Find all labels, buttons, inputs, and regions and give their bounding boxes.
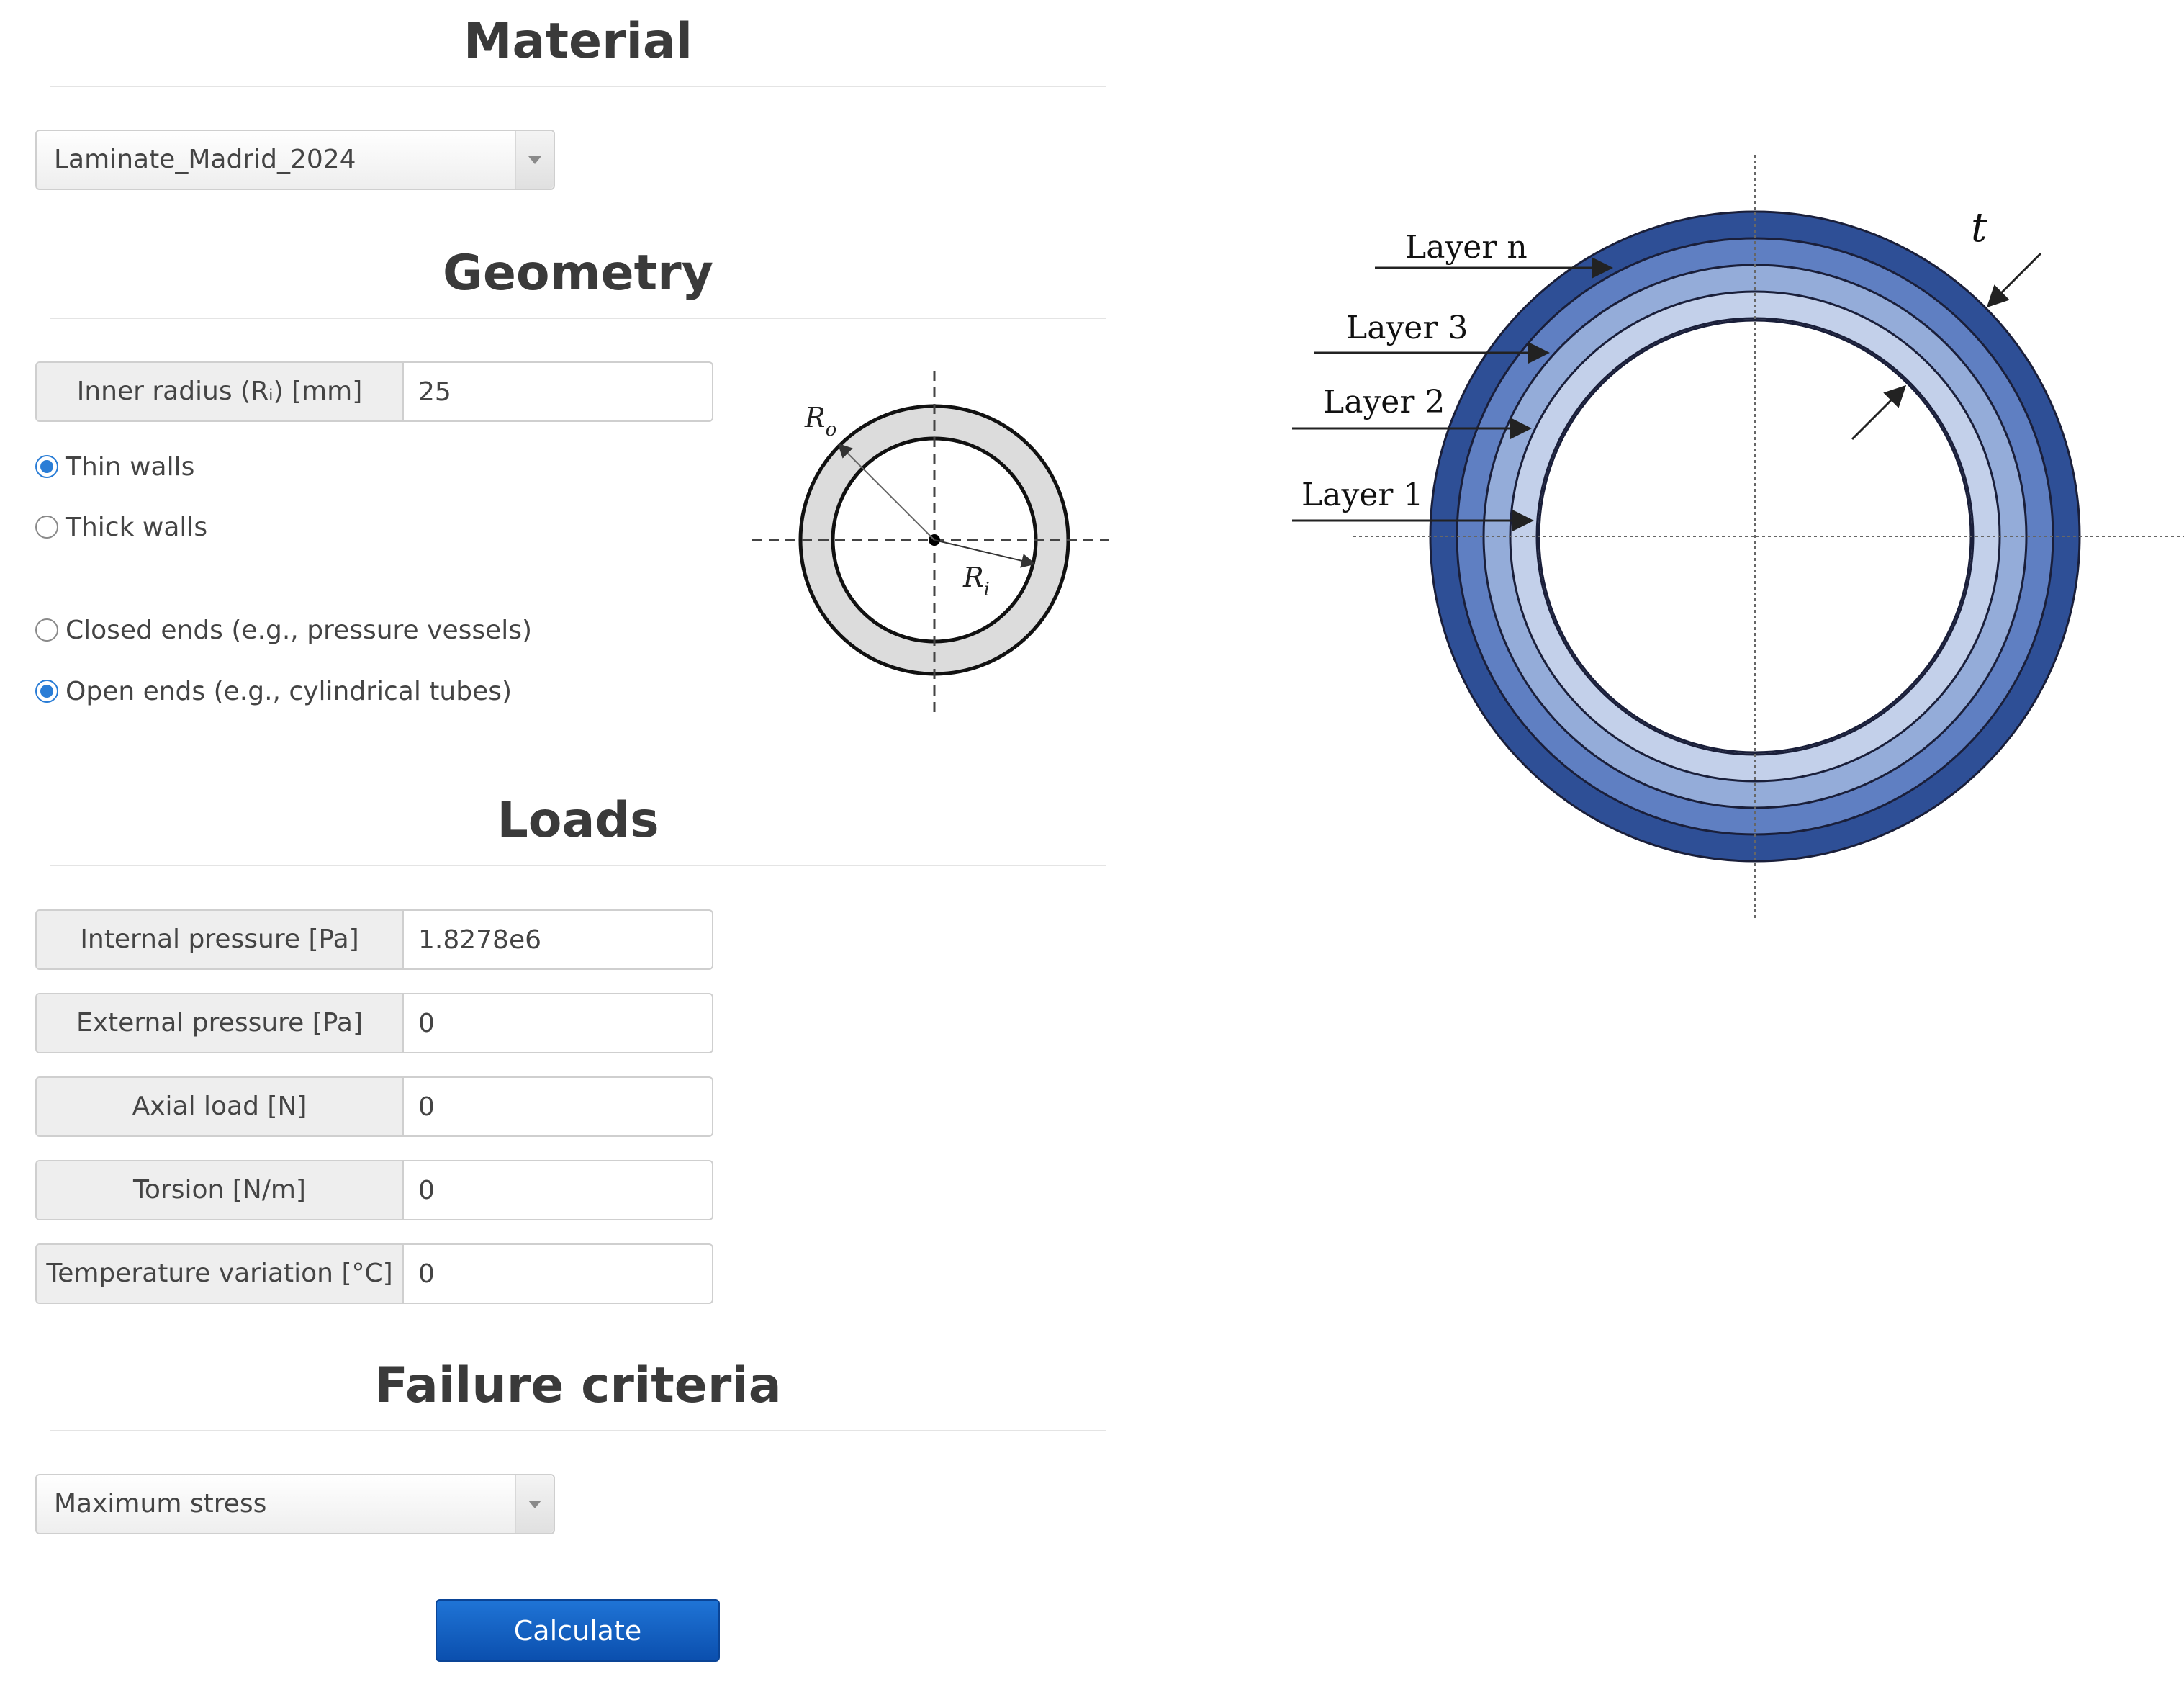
material-divider [50, 86, 1106, 87]
axial-load-field: Axial load [N] [35, 1076, 713, 1137]
temperature-variation-input[interactable] [404, 1245, 712, 1303]
thickness-outer-arrow [1986, 252, 2042, 308]
radio-unselected-icon[interactable] [35, 618, 58, 642]
inner-radius-input[interactable] [404, 363, 712, 420]
failure-criteria-heading: Failure criteria [374, 1357, 782, 1414]
thick-walls-radio[interactable]: Thick walls [35, 509, 207, 545]
layer-n-label: Layer n [1405, 229, 1528, 266]
torsion-label: Torsion [N/m] [37, 1161, 404, 1219]
loads-heading: Loads [497, 792, 659, 849]
internal-pressure-field: Internal pressure [Pa] [35, 909, 713, 970]
torsion-input[interactable] [404, 1161, 712, 1219]
thin-walls-label: Thin walls [66, 451, 195, 482]
temperature-variation-label: Temperature variation [°C] [37, 1245, 404, 1303]
failure-criteria-divider [50, 1430, 1106, 1431]
layer-2-label: Layer 2 [1323, 384, 1445, 420]
axial-load-label: Axial load [N] [37, 1078, 404, 1135]
thin-walls-radio[interactable]: Thin walls [35, 449, 194, 485]
material-heading: Material [463, 13, 693, 70]
open-ends-radio[interactable]: Open ends (e.g., cylindrical tubes) [35, 673, 512, 709]
failure-criteria-select[interactable]: Maximum stress [35, 1474, 555, 1534]
thick-walls-label: Thick walls [66, 512, 208, 542]
radio-selected-icon[interactable] [35, 680, 58, 703]
inner-radius-field: Inner radius (Rᵢ) [mm] [35, 361, 713, 422]
radio-unselected-icon[interactable] [35, 516, 58, 539]
external-pressure-field: External pressure [Pa] [35, 993, 713, 1053]
chevron-down-icon[interactable] [515, 1475, 554, 1533]
tube-cross-section-diagram: Ro Ri [752, 371, 1109, 716]
chevron-down-icon[interactable] [515, 131, 554, 189]
thickness-label: t [1971, 204, 1987, 251]
internal-pressure-label: Internal pressure [Pa] [37, 911, 404, 968]
external-pressure-input[interactable] [404, 994, 712, 1052]
closed-ends-radio[interactable]: Closed ends (e.g., pressure vessels) [35, 612, 532, 648]
temperature-variation-field: Temperature variation [°C] [35, 1243, 713, 1304]
open-ends-label: Open ends (e.g., cylindrical tubes) [66, 676, 513, 706]
radio-selected-icon[interactable] [35, 455, 58, 478]
material-select[interactable]: Laminate_Madrid_2024 [35, 130, 555, 190]
layer-1-label: Layer 1 [1301, 477, 1423, 513]
inner-radius-label: Inner radius (Rᵢ) [mm] [37, 363, 404, 420]
torsion-field: Torsion [N/m] [35, 1160, 713, 1220]
ro-label: Ro [804, 402, 836, 441]
failure-criteria-select-value: Maximum stress [54, 1489, 267, 1519]
layer-3-label: Layer 3 [1346, 310, 1468, 346]
geometry-heading: Geometry [443, 245, 713, 302]
axial-load-input[interactable] [404, 1078, 712, 1135]
material-select-value: Laminate_Madrid_2024 [54, 145, 356, 174]
closed-ends-label: Closed ends (e.g., pressure vessels) [66, 615, 533, 645]
layers-diagram: Layer n Layer 3 Layer 2 Layer 1 t [1292, 155, 2184, 918]
calculate-button[interactable]: Calculate [436, 1599, 720, 1662]
internal-pressure-input[interactable] [404, 911, 712, 968]
loads-divider [50, 865, 1106, 866]
external-pressure-label: External pressure [Pa] [37, 994, 404, 1052]
geometry-divider [50, 318, 1106, 319]
